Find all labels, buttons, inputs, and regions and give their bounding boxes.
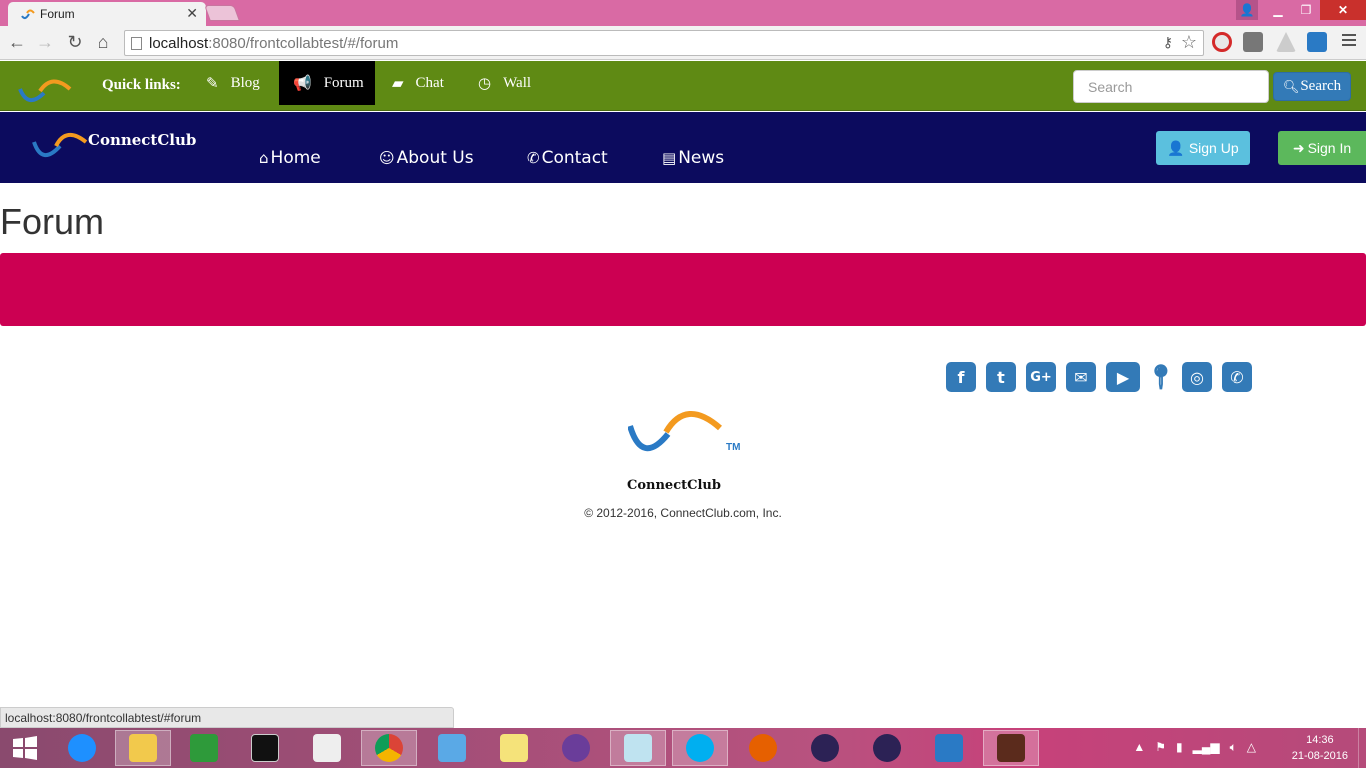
phone-icon[interactable]: ✆: [1222, 362, 1252, 392]
drive-extension-icon[interactable]: [1276, 32, 1296, 52]
quick-links-bar: Quick links: ✎ Blog 📢 Forum ▰ Chat ◷ Wal…: [0, 61, 1366, 111]
taskbar-clock[interactable]: 14:36 21-08-2016: [1292, 732, 1348, 764]
sign-up-button[interactable]: 👤 Sign Up: [1156, 131, 1250, 165]
search-icon: 🔍︎: [1282, 78, 1300, 94]
minimize-button[interactable]: ▁: [1264, 0, 1292, 20]
restore-button[interactable]: ❐: [1292, 0, 1320, 20]
internet-explorer-icon[interactable]: [54, 730, 110, 766]
eclipse-icon[interactable]: [797, 730, 853, 766]
clock-date: 21-08-2016: [1291, 750, 1348, 762]
newspaper-icon: ▤: [662, 149, 677, 167]
login-icon: ➜: [1292, 139, 1305, 156]
page-title: Forum: [0, 201, 105, 242]
skype-icon[interactable]: [672, 730, 728, 766]
google-drive-icon[interactable]: △: [1247, 740, 1256, 755]
main-navbar: ConnectClub ⌂ Home ☺ About Us ✆ Contact …: [0, 112, 1366, 183]
trademark-mark: TM: [726, 442, 741, 453]
status-bar: localhost:8080/frontcollabtest/#forum: [0, 707, 454, 728]
nav-news[interactable]: ▤ News: [662, 148, 724, 168]
bookmark-star-icon[interactable]: ☆: [1181, 32, 1197, 53]
envelope-icon[interactable]: ✉: [1066, 362, 1096, 392]
nav-contact[interactable]: ✆ Contact: [527, 148, 608, 168]
battery-icon[interactable]: ▮: [1176, 740, 1183, 755]
chrome-menu-icon[interactable]: [1342, 34, 1356, 49]
extension-s-icon[interactable]: [1307, 32, 1327, 52]
search-input[interactable]: Search: [1073, 70, 1269, 103]
tab-close-icon[interactable]: ✕: [186, 5, 198, 22]
close-window-button[interactable]: ✕: [1320, 0, 1366, 20]
sign-in-button[interactable]: ➜ Sign In: [1278, 131, 1366, 165]
copyright-text: © 2012-2016, ConnectClub.com, Inc.: [584, 506, 782, 520]
show-desktop-button[interactable]: [1358, 728, 1366, 768]
quicklink-wall[interactable]: ◷ Wall: [464, 61, 545, 105]
window-controls: 👤 ▁ ❐ ✕: [1236, 0, 1366, 20]
pencil-icon: ✎: [206, 75, 219, 92]
new-tab-button[interactable]: [204, 5, 240, 21]
map-marker-icon[interactable]: 📍︎: [1146, 362, 1176, 392]
youtube-icon[interactable]: ▶: [1106, 362, 1140, 392]
system-tray: ▲ ⚑ ▮ ▂▄▆ 🔈︎ △: [1133, 740, 1256, 755]
notes-icon[interactable]: [610, 730, 666, 766]
nav-about-us[interactable]: ☺ About Us: [379, 148, 474, 168]
file-explorer-icon[interactable]: [115, 730, 171, 766]
user-profile-icon[interactable]: 👤: [1236, 0, 1258, 20]
quicklink-blog[interactable]: ✎ Blog: [192, 61, 274, 105]
back-icon[interactable]: ←: [6, 32, 28, 53]
chrome-icon[interactable]: [361, 730, 417, 766]
windows-start-icon[interactable]: [0, 730, 50, 766]
key-icon[interactable]: ⚷: [1163, 34, 1173, 51]
extension-icon[interactable]: [1243, 32, 1263, 52]
footer-logo-icon: [628, 410, 722, 452]
network-icon[interactable]: ▂▄▆: [1193, 740, 1220, 755]
bullhorn-icon: 📢: [293, 75, 312, 92]
reader-icon[interactable]: [299, 730, 355, 766]
reload-icon[interactable]: ↻: [64, 32, 86, 53]
clock-time: 14:36: [1306, 734, 1334, 746]
nav-home[interactable]: ⌂ Home: [259, 148, 321, 168]
browser-toolbar: ← → ↻ ⌂ localhost:8080/frontcollabtest/#…: [0, 26, 1366, 60]
java-ee-ide-icon[interactable]: [983, 730, 1039, 766]
home-icon: ⌂: [259, 149, 269, 167]
page-icon: [131, 37, 142, 50]
browser-tab-strip: Forum ✕ 👤 ▁ ❐ ✕: [0, 0, 1366, 26]
store-icon[interactable]: [176, 730, 232, 766]
twitter-icon[interactable]: t: [986, 362, 1016, 392]
home-icon[interactable]: ⌂: [92, 32, 114, 53]
github-icon[interactable]: [548, 730, 604, 766]
forum-banner: [0, 253, 1366, 326]
facebook-icon[interactable]: f: [946, 362, 976, 392]
show-hidden-icons-icon[interactable]: ▲: [1133, 740, 1145, 755]
quicklink-chat[interactable]: ▰ Chat: [378, 61, 458, 105]
command-prompt-icon[interactable]: [237, 730, 293, 766]
brand-name[interactable]: ConnectClub: [88, 131, 196, 149]
smile-icon: ☺: [379, 149, 395, 167]
dashboard-icon: ◷: [478, 75, 492, 92]
browser-tab[interactable]: Forum ✕: [8, 2, 206, 26]
footer-brand: ConnectClub: [627, 478, 721, 493]
windows-taskbar: ▲ ⚑ ▮ ▂▄▆ 🔈︎ △ 14:36 21-08-2016: [0, 728, 1366, 768]
comment-icon: ▰: [392, 75, 404, 92]
phone-icon: ✆: [527, 149, 540, 167]
forward-icon[interactable]: →: [34, 32, 56, 53]
volume-icon[interactable]: 🔈︎: [1230, 740, 1237, 755]
url-text: localhost:8080/frontcollabtest/#/forum: [149, 35, 399, 52]
connectclub-logo-icon: [18, 79, 72, 102]
search-button[interactable]: 🔍︎ Search: [1273, 72, 1351, 101]
opera-extension-icon[interactable]: [1212, 32, 1232, 52]
app-s-icon[interactable]: [921, 730, 977, 766]
tab-title: Forum: [40, 7, 75, 21]
instagram-icon[interactable]: ◎: [1182, 362, 1212, 392]
quicklink-forum[interactable]: 📢 Forum: [279, 61, 375, 105]
action-center-flag-icon[interactable]: ⚑: [1155, 740, 1166, 755]
address-bar[interactable]: localhost:8080/frontcollabtest/#/forum ⚷…: [124, 30, 1204, 56]
user-icon: 👤: [1167, 139, 1185, 156]
connectclub-favicon-icon: [21, 9, 35, 20]
social-links: f t G+ ✉ ▶ 📍︎ ◎ ✆: [946, 362, 1262, 394]
remote-desktop-icon[interactable]: [424, 730, 480, 766]
eclipse-ee-icon[interactable]: [859, 730, 915, 766]
firefox-icon[interactable]: [735, 730, 791, 766]
quick-links-label: Quick links:: [102, 77, 181, 93]
database-icon[interactable]: [486, 730, 542, 766]
google-plus-icon[interactable]: G+: [1026, 362, 1056, 392]
